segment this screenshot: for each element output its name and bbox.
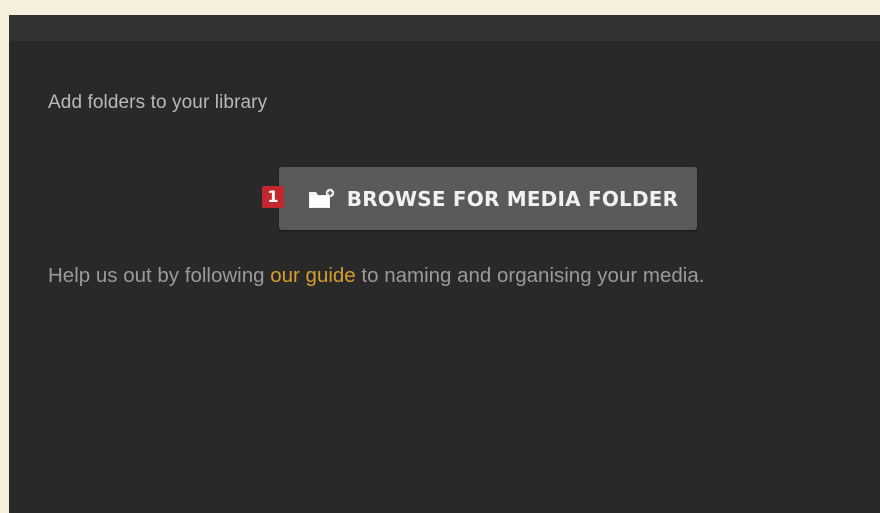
- step-marker-badge: 1: [262, 186, 284, 208]
- help-text-after: to naming and organising your media.: [355, 264, 705, 287]
- add-library-dialog: Add folders to your library BROWSE FOR M…: [9, 15, 880, 513]
- browse-for-media-folder-button[interactable]: BROWSE FOR MEDIA FOLDER: [279, 167, 697, 230]
- section-title: Add folders to your library: [48, 92, 268, 113]
- help-text-before: Help us out by following: [48, 264, 271, 287]
- our-guide-link[interactable]: our guide: [270, 264, 355, 287]
- folder-add-icon: [308, 188, 336, 210]
- help-text: Help us out by following our guide to na…: [48, 264, 704, 288]
- browse-button-label: BROWSE FOR MEDIA FOLDER: [346, 186, 679, 211]
- dialog-header-bar: [9, 15, 880, 42]
